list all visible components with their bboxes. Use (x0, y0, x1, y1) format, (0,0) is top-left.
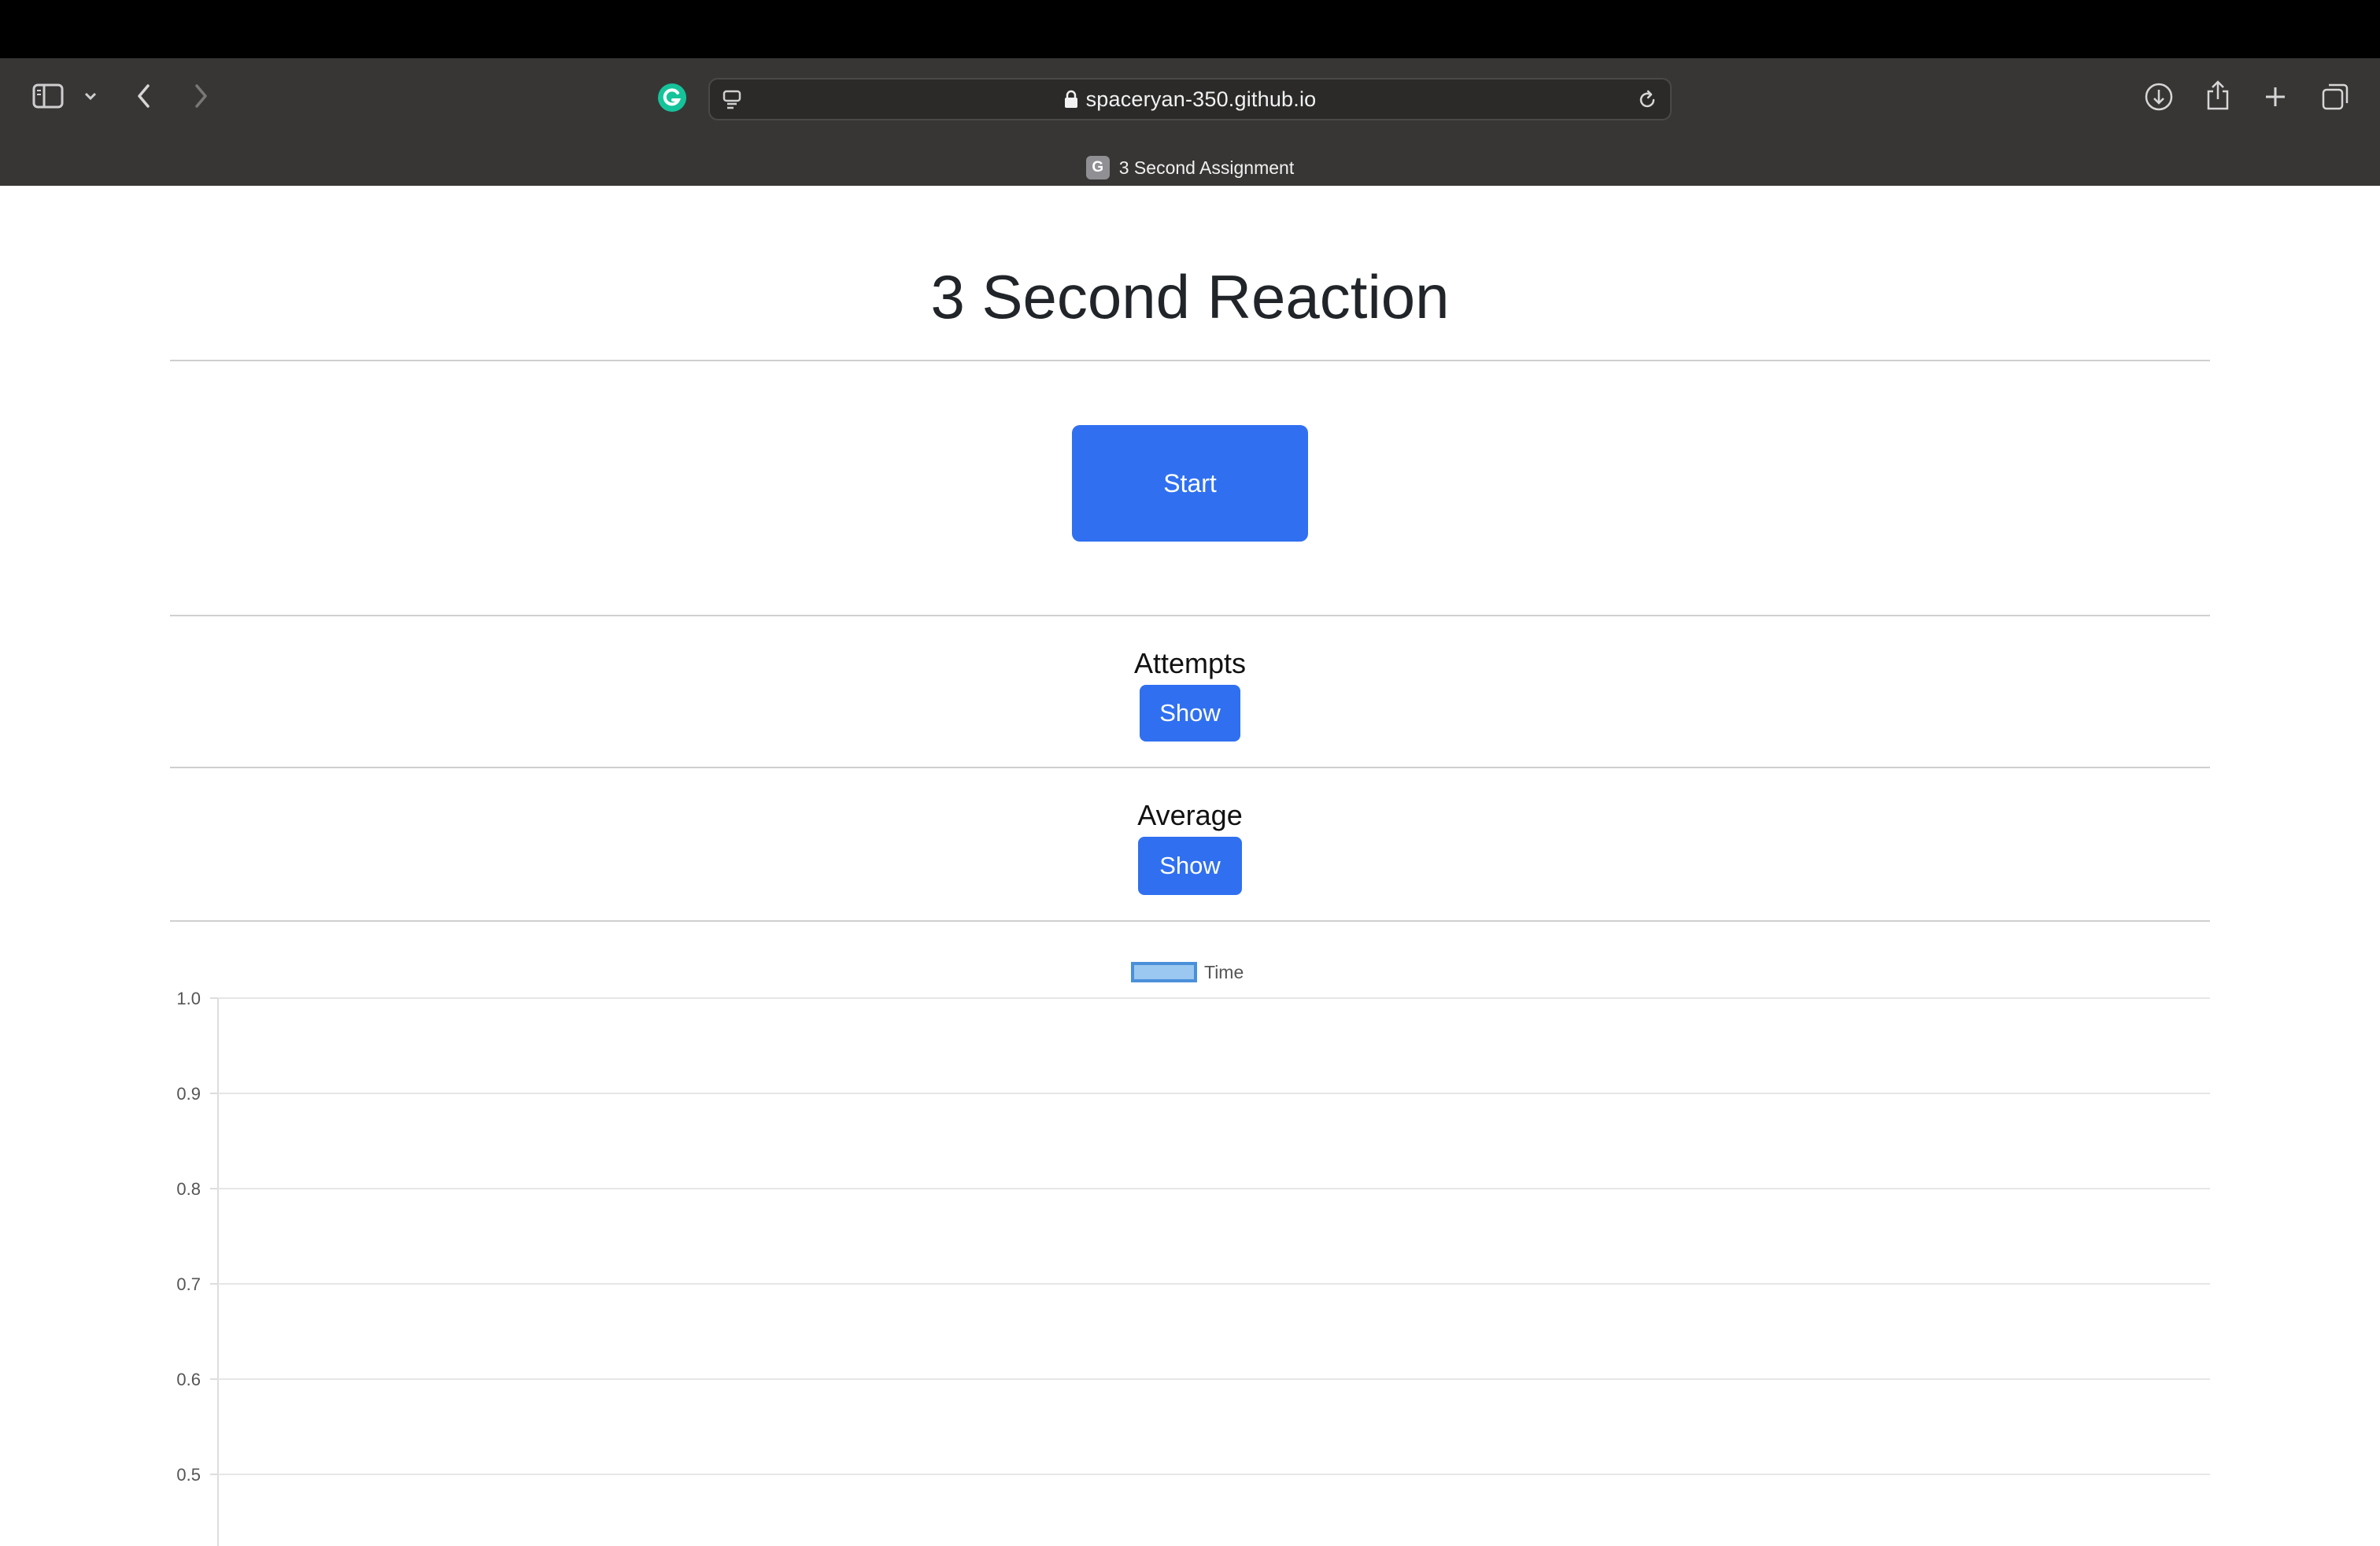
tab-title: 3 Second Assignment (1118, 157, 1295, 178)
legend-label: Time (1204, 962, 1244, 982)
time-chart: Time 1.0 0.9 0.8 0.7 0.6 0.5 (176, 962, 2210, 1546)
lock-icon (1064, 90, 1078, 109)
url-text: spaceryan-350.github.io (1085, 87, 1317, 111)
address-bar[interactable]: spaceryan-350.github.io (708, 78, 1672, 120)
share-icon[interactable] (2202, 77, 2234, 113)
chevron-down-icon[interactable] (80, 85, 101, 107)
page-content: 3 Second Reaction Start Attempts Show Av… (0, 186, 2380, 1546)
url-display: spaceryan-350.github.io (710, 80, 1670, 119)
forward-icon[interactable] (189, 80, 213, 112)
y-tick-label: 0.6 (176, 1370, 201, 1389)
downloads-icon[interactable] (2142, 80, 2175, 113)
y-tick-label: 0.5 (176, 1465, 201, 1485)
new-tab-icon[interactable] (2260, 82, 2290, 112)
y-tick-label: 0.7 (176, 1274, 201, 1294)
screen-top-bar (0, 0, 2380, 58)
browser-toolbar: spaceryan-350.github.io G 3 Second Assig… (0, 58, 2380, 186)
y-tick-label: 0.9 (176, 1084, 201, 1104)
grammarly-extension-icon[interactable] (656, 82, 688, 113)
tab-overview-icon[interactable] (2319, 80, 2352, 113)
sidebar-toggle-icon[interactable] (30, 79, 66, 113)
legend-swatch (1131, 962, 1197, 982)
y-tick-label: 1.0 (176, 989, 201, 1008)
y-tick-label: 0.8 (176, 1179, 201, 1199)
active-tab[interactable]: G 3 Second Assignment (0, 150, 2380, 186)
back-icon[interactable] (132, 80, 156, 112)
reload-icon[interactable] (1634, 87, 1661, 113)
tab-favicon: G (1085, 156, 1110, 179)
